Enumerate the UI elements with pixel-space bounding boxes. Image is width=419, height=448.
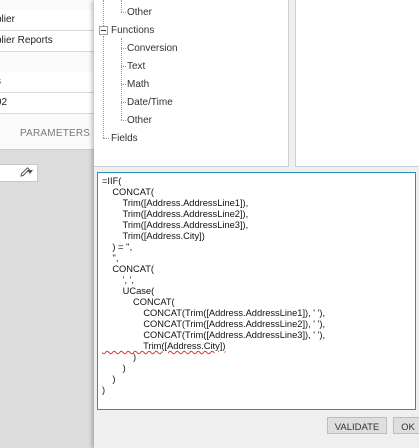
tree-item-date-time[interactable]: Date/Time (127, 97, 173, 108)
background-row-label: plier Reports (0, 35, 53, 46)
code-line: ) (102, 385, 106, 395)
validate-button[interactable]: VALIDATE (327, 417, 387, 434)
code-line: CONCAT(Trim([Address.AddressLine1]), ' '… (102, 308, 326, 318)
code-line: CONCAT(Trim([Address.AddressLine2]), ' '… (102, 319, 326, 329)
code-line: CONCAT( (102, 297, 175, 307)
tree-item-functions[interactable]: Functions (111, 25, 154, 36)
code-line: CONCAT(Trim([Address.AddressLine3]), ' '… (102, 330, 326, 340)
collapse-icon[interactable] (99, 26, 108, 35)
tree-connector (121, 0, 122, 12)
grey-panel (0, 150, 94, 448)
tree-connector (121, 38, 122, 120)
tree-connector (103, 138, 109, 139)
tree-item-fields[interactable]: Fields (111, 133, 138, 144)
parameters-tab[interactable]: PARAMETERS (20, 128, 90, 139)
code-line: CONCAT( (102, 187, 154, 197)
ok-button[interactable]: OK (393, 417, 419, 434)
background-row[interactable]: plier (0, 10, 94, 31)
background-row-label: plier (0, 14, 15, 25)
code-line: Trim([Address.City]) (102, 231, 205, 241)
background-row[interactable]: plier Reports (0, 31, 94, 52)
background-row[interactable]: s (0, 72, 94, 93)
tree-item-text[interactable]: Text (127, 61, 145, 72)
tree-item-math[interactable]: Math (127, 79, 149, 90)
tree-item-conversion[interactable]: Conversion (127, 43, 178, 54)
tree-connector (121, 48, 126, 49)
tree-item-other[interactable]: Other (127, 7, 152, 18)
item-description-panel (295, 0, 419, 167)
code-line: UCase( (102, 286, 155, 296)
tree-connector (103, 36, 104, 138)
code-line: Trim([Address.AddressLine1]), (102, 198, 249, 208)
pencil-icon[interactable] (19, 166, 31, 178)
background-row-label: s (0, 73, 1, 91)
code-line: ) (102, 352, 137, 362)
tree-item-other[interactable]: Other (127, 115, 152, 126)
code-line-misspelled: Trim([Address.City]) (102, 341, 226, 351)
tree-connector (121, 12, 126, 13)
tree-connector (121, 102, 126, 103)
code-line: '', (102, 253, 119, 263)
code-line: ) (102, 374, 116, 384)
expression-editor-dialog: Other Functions Conversion Text Math Dat… (94, 0, 419, 448)
code-line: ', ', (102, 275, 134, 285)
background-row[interactable]: 92 (0, 93, 94, 114)
code-line: ) = '', (102, 242, 133, 252)
code-line: Trim([Address.AddressLine2]), (102, 209, 249, 219)
background-row-label: 92 (0, 97, 8, 108)
code-line: =IIF( (102, 176, 122, 186)
function-tree: Other Functions Conversion Text Math Dat… (94, 0, 289, 167)
code-line: ) (102, 363, 126, 373)
tree-connector (121, 120, 126, 121)
tree-connector (121, 84, 126, 85)
code-line: Trim([Address.AddressLine3]), (102, 220, 249, 230)
code-line: CONCAT( (102, 264, 154, 274)
tree-connector (121, 66, 126, 67)
expression-textarea[interactable]: =IIF( CONCAT( Trim([Address.AddressLine1… (97, 172, 416, 410)
background-page: plier plier Reports s 92 PARAMETERS (0, 0, 94, 448)
